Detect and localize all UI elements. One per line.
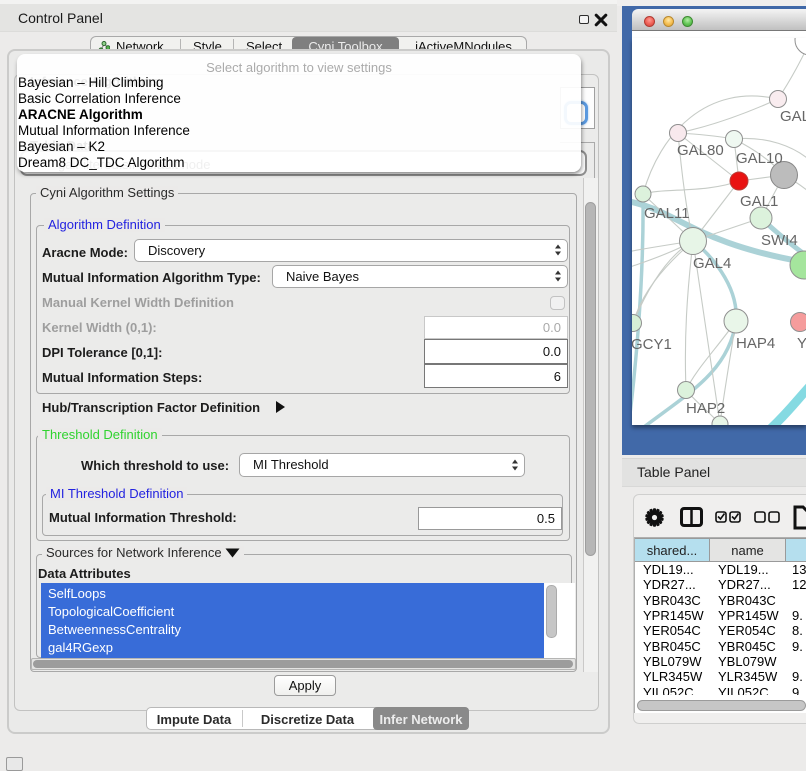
svg-text:HAP4: HAP4 bbox=[736, 335, 775, 352]
svg-text:GAL10: GAL10 bbox=[736, 150, 783, 167]
svg-text:GCY1: GCY1 bbox=[632, 336, 672, 353]
svg-text:HAP2: HAP2 bbox=[686, 400, 725, 417]
svg-text:GAL4: GAL4 bbox=[693, 255, 731, 272]
svg-text:GAL: GAL bbox=[780, 108, 806, 125]
svg-text:GAL1: GAL1 bbox=[740, 193, 778, 210]
svg-text:Y: Y bbox=[797, 335, 806, 352]
svg-text:GAL11: GAL11 bbox=[644, 205, 690, 222]
svg-text:SWI4: SWI4 bbox=[761, 232, 798, 249]
svg-text:GAL80: GAL80 bbox=[677, 142, 724, 159]
